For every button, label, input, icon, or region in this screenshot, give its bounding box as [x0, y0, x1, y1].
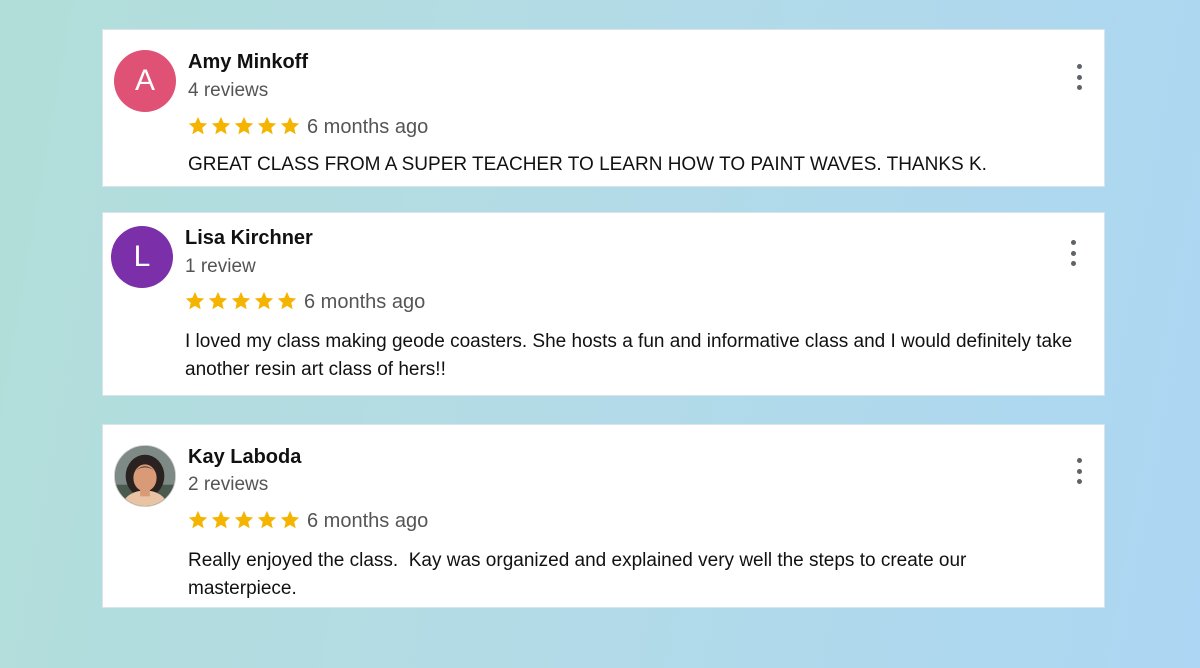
more-vert-icon[interactable] — [1066, 240, 1080, 266]
star-icon — [231, 291, 251, 310]
star-icon — [280, 116, 300, 135]
review-text: GREAT CLASS FROM A SUPER TEACHER TO LEAR… — [188, 154, 987, 175]
star-icon — [257, 510, 277, 529]
review-card: L Lisa Kirchner 1 review 6 months ago I … — [102, 212, 1105, 396]
star-icon — [211, 116, 231, 135]
review-text: Really enjoyed the class. Kay was organi… — [188, 550, 972, 599]
star-icon — [188, 116, 208, 135]
star-icon — [254, 291, 274, 310]
star-icon — [185, 291, 205, 310]
review-date: 6 months ago — [307, 510, 429, 532]
reviewer-name[interactable]: Lisa Kirchner — [185, 227, 313, 250]
review-count: 2 reviews — [188, 474, 269, 495]
star-icon — [188, 510, 208, 529]
star-icon — [234, 116, 254, 135]
reviewer-name[interactable]: Kay Laboda — [188, 446, 301, 469]
reviewer-name[interactable]: Amy Minkoff — [188, 51, 308, 74]
avatar[interactable] — [114, 445, 176, 507]
star-icon — [208, 291, 228, 310]
review-card: Kay Laboda 2 reviews 6 months ago Really… — [102, 424, 1105, 608]
star-icon — [211, 510, 231, 529]
avatar[interactable]: L — [111, 226, 173, 288]
more-vert-icon[interactable] — [1072, 458, 1086, 484]
star-icon — [280, 510, 300, 529]
star-icon — [234, 510, 254, 529]
review-card: A Amy Minkoff 4 reviews 6 months ago GRE… — [102, 29, 1105, 187]
star-icon — [257, 116, 277, 135]
more-vert-icon[interactable] — [1072, 64, 1086, 90]
review-text: I loved my class making geode coasters. … — [185, 331, 1078, 380]
review-date: 6 months ago — [307, 116, 429, 138]
review-date: 6 months ago — [304, 291, 426, 313]
star-rating — [187, 115, 301, 137]
star-rating — [187, 509, 301, 531]
review-count: 4 reviews — [188, 80, 269, 101]
avatar[interactable]: A — [114, 50, 176, 112]
profile-photo-icon — [115, 446, 175, 506]
review-count: 1 review — [185, 256, 256, 277]
star-rating — [184, 290, 298, 312]
star-icon — [277, 291, 297, 310]
